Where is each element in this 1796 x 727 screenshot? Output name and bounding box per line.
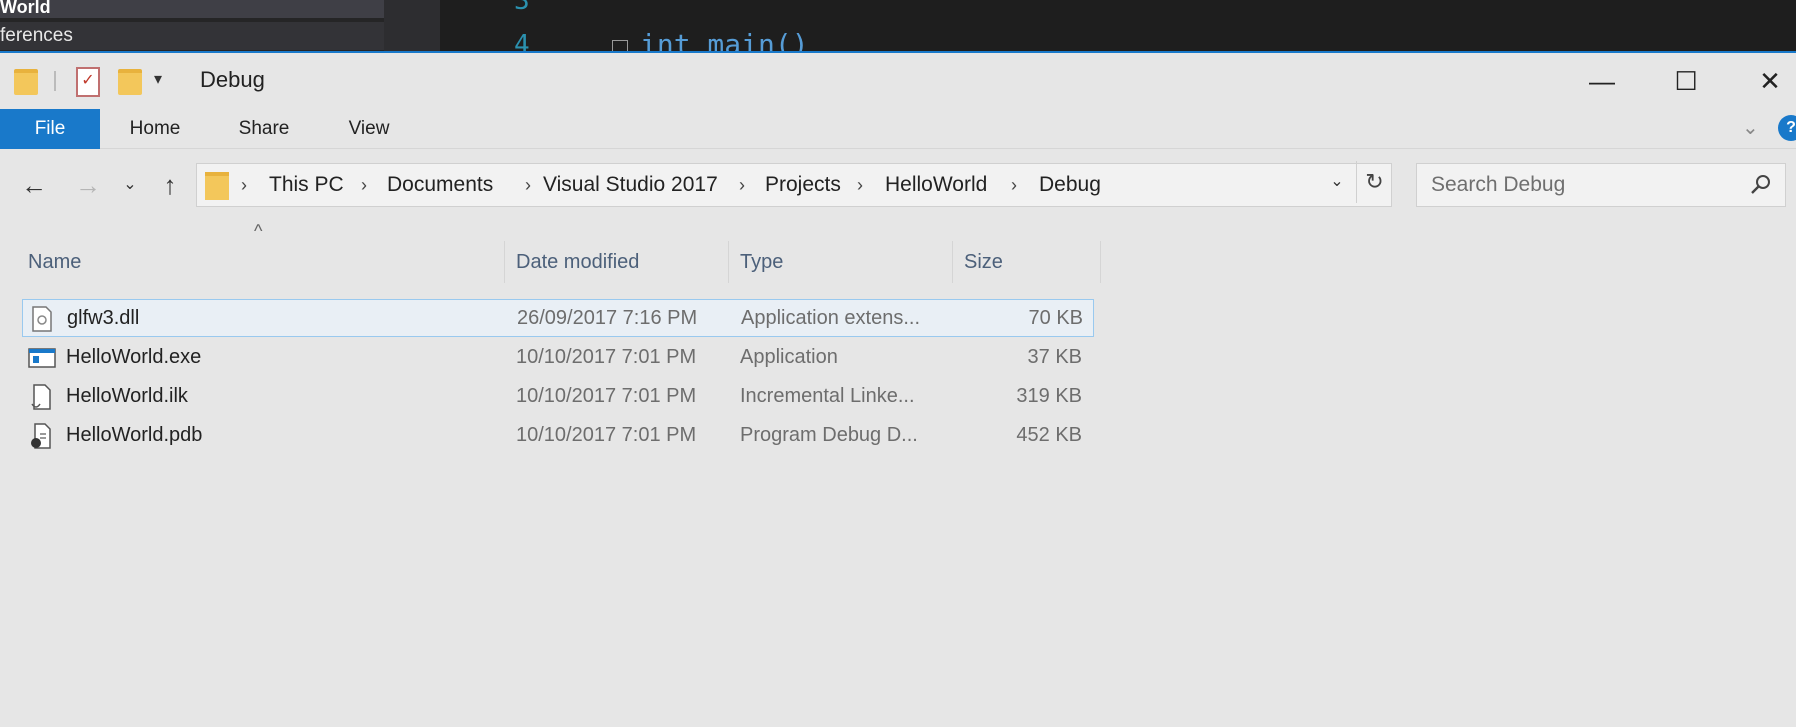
up-button[interactable]: ↑ [150, 165, 190, 205]
chevron-right-icon[interactable]: › [1011, 164, 1017, 206]
ide-gutter [384, 0, 440, 52]
forward-button[interactable]: → [68, 165, 108, 205]
column-size[interactable]: Size [964, 241, 1003, 283]
tab-home[interactable]: Home [110, 109, 200, 149]
breadcrumb-debug[interactable]: Debug [1039, 164, 1101, 206]
exe-file-icon [28, 348, 56, 368]
file-size: 452 KB [1016, 424, 1082, 446]
toolbar-separator [54, 71, 56, 91]
file-type: Application extens... [741, 307, 920, 329]
file-type: Program Debug D... [740, 424, 918, 446]
line-number: 3 [514, 0, 530, 16]
column-divider[interactable] [952, 241, 953, 283]
search-icon[interactable] [1749, 172, 1773, 196]
chevron-right-icon[interactable]: › [857, 164, 863, 206]
chevron-right-icon[interactable]: › [361, 164, 367, 206]
chevron-right-icon[interactable]: › [241, 164, 247, 206]
breadcrumb-documents[interactable]: Documents [387, 164, 493, 206]
column-divider[interactable] [728, 241, 729, 283]
chevron-right-icon[interactable]: › [739, 164, 745, 206]
navigation-bar: ← → ⌄ ↑ › This PC › Documents › Visual S… [0, 161, 1796, 211]
tab-view[interactable]: View [326, 109, 412, 149]
file-row[interactable]: glfw3.dll 26/09/2017 7:16 PM Application… [22, 299, 1094, 337]
help-icon[interactable]: ? [1778, 115, 1796, 141]
close-button[interactable]: ✕ [1742, 61, 1796, 101]
sort-ascending-icon: ^ [254, 221, 263, 241]
file-type: Incremental Linke... [740, 385, 915, 407]
file-row[interactable]: HelloWorld.ilk 10/10/2017 7:01 PM Increm… [22, 378, 1094, 416]
customize-quick-access-icon[interactable]: ▾ [154, 69, 162, 89]
file-date-modified: 10/10/2017 7:01 PM [516, 346, 697, 368]
file-size: 319 KB [1016, 385, 1082, 407]
breadcrumb-visual-studio-2017[interactable]: Visual Studio 2017 [543, 164, 718, 206]
pdb-file-icon [31, 423, 51, 449]
address-history-chevron-down-icon[interactable]: ⌄ [1322, 161, 1352, 203]
search-input[interactable]: Search Debug [1416, 163, 1786, 207]
file-row[interactable]: HelloWorld.exe 10/10/2017 7:01 PM Applic… [22, 339, 1094, 377]
file-date-modified: 10/10/2017 7:01 PM [516, 424, 697, 446]
breadcrumb-helloworld[interactable]: HelloWorld [885, 164, 987, 206]
column-name[interactable]: Name [28, 241, 81, 283]
file-size: 70 KB [1028, 307, 1083, 329]
column-type[interactable]: Type [740, 241, 783, 283]
dll-file-icon [32, 306, 52, 332]
file-name[interactable]: HelloWorld.ilk [66, 378, 188, 414]
properties-icon[interactable]: ✓ [76, 67, 100, 97]
solution-title[interactable]: World [0, 0, 384, 18]
file-name[interactable]: HelloWorld.exe [66, 339, 201, 375]
expand-ribbon-icon[interactable]: ⌄ [1742, 115, 1759, 140]
column-divider[interactable] [1100, 241, 1101, 283]
chevron-right-icon[interactable]: › [525, 164, 531, 206]
refresh-icon[interactable]: ↻ [1356, 161, 1392, 203]
address-bar[interactable]: › This PC › Documents › Visual Studio 20… [196, 163, 1392, 207]
file-explorer-window: ✓ ▾ Debug — ☐ ✕ File Home Share View ⌄ ?… [0, 53, 1796, 727]
file-name[interactable]: glfw3.dll [67, 300, 139, 336]
search-placeholder: Search Debug [1431, 173, 1566, 196]
column-divider[interactable] [504, 241, 505, 283]
file-size: 37 KB [1027, 346, 1082, 368]
file-date-modified: 10/10/2017 7:01 PM [516, 385, 697, 407]
file-date-modified: 26/09/2017 7:16 PM [517, 307, 698, 329]
ilk-file-icon [31, 384, 51, 410]
recent-locations-button[interactable]: ⌄ [118, 165, 142, 205]
breadcrumb-projects[interactable]: Projects [765, 164, 841, 206]
ribbon: File Home Share View ⌄ ? [0, 109, 1796, 149]
column-header-row: ^ Name Date modified Type Size [0, 221, 1101, 283]
column-date-modified[interactable]: Date modified [516, 241, 639, 283]
minimize-button[interactable]: — [1574, 61, 1630, 101]
new-folder-icon[interactable] [118, 69, 142, 95]
folder-icon [205, 172, 229, 200]
solution-explorer-panel: World ferences [0, 0, 384, 52]
maximize-button[interactable]: ☐ [1658, 61, 1714, 101]
file-row[interactable]: HelloWorld.pdb 10/10/2017 7:01 PM Progra… [22, 417, 1094, 455]
title-bar: ✓ ▾ Debug — ☐ ✕ [0, 53, 1796, 109]
back-button[interactable]: ← [14, 165, 54, 205]
tab-share[interactable]: Share [218, 109, 310, 149]
file-type: Application [740, 346, 838, 368]
tab-file[interactable]: File [0, 109, 100, 149]
folder-icon [14, 69, 38, 95]
breadcrumb-this-pc[interactable]: This PC [269, 164, 344, 206]
solution-item-references[interactable]: ferences [0, 22, 384, 50]
window-title: Debug [200, 67, 265, 92]
file-name[interactable]: HelloWorld.pdb [66, 417, 202, 453]
